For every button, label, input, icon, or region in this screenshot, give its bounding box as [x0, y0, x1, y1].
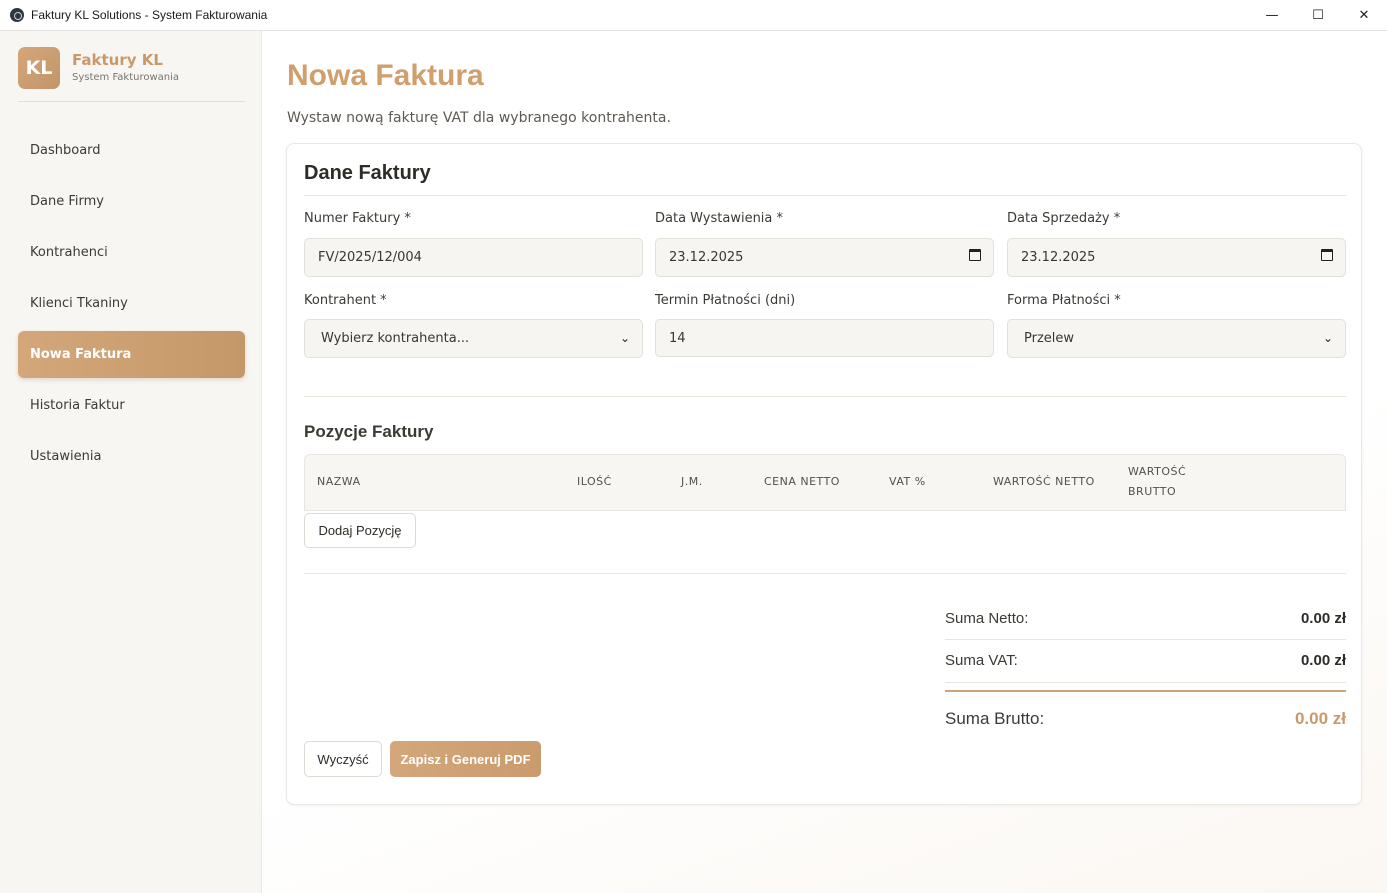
sale-date-value: 23.12.2025 — [1021, 250, 1096, 265]
sidebar-item-kontrahenci[interactable]: Kontrahenci — [18, 229, 245, 276]
divider — [304, 195, 1346, 196]
sidebar-item-dane-firmy[interactable]: Dane Firmy — [18, 178, 245, 225]
invoice-number-label: Numer Faktury * — [304, 211, 411, 226]
page-subtitle: Wystaw nową fakturę VAT dla wybranego ko… — [287, 110, 671, 126]
brand-name: Faktury KL — [72, 51, 163, 69]
col-ilosc: ILOŚĆ — [577, 475, 612, 488]
sidebar-item-ustawienia[interactable]: Ustawienia — [18, 433, 245, 480]
minimize-icon[interactable]: — — [1249, 0, 1295, 31]
sidebar-item-dashboard[interactable]: Dashboard — [18, 127, 245, 174]
invoice-number-input[interactable]: FV/2025/12/004 — [304, 238, 643, 277]
payment-method-select[interactable]: Przelew ⌄ — [1007, 319, 1346, 358]
brand-logo: KL — [18, 47, 60, 89]
chevron-down-icon: ⌄ — [619, 331, 630, 345]
card-title: Dane Faktury — [304, 162, 431, 184]
payment-method-label: Forma Płatności * — [1007, 293, 1121, 308]
contractor-select[interactable]: Wybierz kontrahenta... ⌄ — [304, 319, 643, 358]
sum-net-label: Suma Netto: — [945, 610, 1029, 627]
calendar-icon[interactable] — [1321, 249, 1333, 261]
sidebar-item-historia-faktur[interactable]: Historia Faktur — [18, 382, 245, 429]
app-icon — [10, 8, 24, 22]
sum-net-row: Suma Netto: 0.00 zł — [945, 610, 1346, 627]
payment-term-value: 14 — [669, 330, 686, 346]
contractor-value: Wybierz kontrahenta... — [321, 331, 470, 346]
sidebar-nav: Dashboard Dane Firmy Kontrahenci Klienci… — [18, 127, 245, 484]
window-title: Faktury KL Solutions - System Fakturowan… — [31, 8, 268, 22]
sum-gross-row: Suma Brutto: 0.00 zł — [945, 709, 1346, 729]
sidebar-item-klienci-tkaniny[interactable]: Klienci Tkaniny — [18, 280, 245, 327]
sum-net-value: 0.00 zł — [1300, 610, 1346, 627]
invoice-number-value: FV/2025/12/004 — [318, 250, 422, 265]
sale-date-input[interactable]: 23.12.2025 — [1007, 238, 1346, 277]
issue-date-label: Data Wystawienia * — [655, 211, 784, 226]
payment-term-input[interactable]: 14 — [655, 319, 994, 357]
sidebar-item-nowa-faktura[interactable]: Nowa Faktura — [18, 331, 245, 378]
page-title: Nowa Faktura — [287, 59, 484, 92]
save-generate-pdf-button[interactable]: Zapisz i Generuj PDF — [390, 741, 541, 777]
window-controls: — ☐ ✕ — [1249, 0, 1387, 31]
sum-vat-value: 0.00 zł — [1300, 652, 1346, 669]
window-titlebar: Faktury KL Solutions - System Fakturowan… — [0, 0, 1387, 31]
chevron-down-icon: ⌄ — [1322, 331, 1333, 345]
col-nazwa: NAZWA — [317, 475, 361, 488]
sum-vat-label: Suma VAT: — [945, 652, 1018, 669]
close-icon[interactable]: ✕ — [1341, 0, 1387, 31]
col-vat: VAT % — [889, 475, 926, 488]
sum-gross-value: 0.00 zł — [1294, 709, 1346, 728]
payment-method-value: Przelew — [1024, 331, 1075, 346]
sale-date-label: Data Sprzedaży * — [1007, 211, 1121, 226]
maximize-icon[interactable]: ☐ — [1295, 0, 1341, 31]
issue-date-input[interactable]: 23.12.2025 — [655, 238, 994, 277]
contractor-label: Kontrahent * — [304, 293, 387, 308]
col-wartosc-brutto-line1: WARTOŚĆ — [1128, 465, 1187, 478]
total-divider — [945, 690, 1346, 692]
invoice-card: Dane Faktury Numer Faktury * FV/2025/12/… — [286, 143, 1362, 805]
divider — [304, 396, 1346, 397]
divider — [945, 682, 1346, 683]
add-item-button[interactable]: Dodaj Pozycję — [304, 513, 416, 548]
main-content: Nowa Faktura Wystaw nową fakturę VAT dla… — [263, 31, 1387, 893]
issue-date-value: 23.12.2025 — [669, 250, 744, 265]
items-table-header: NAZWA ILOŚĆ J.M. CENA NETTO VAT % WARTOŚ… — [304, 454, 1346, 511]
divider — [304, 573, 1346, 574]
divider — [945, 639, 1346, 640]
calendar-icon[interactable] — [969, 249, 981, 261]
brand-subtitle: System Fakturowania — [72, 72, 180, 83]
brand: KL Faktury KL System Fakturowania — [18, 47, 245, 102]
sidebar: KL Faktury KL System Fakturowania Dashbo… — [0, 31, 262, 893]
col-wartosc-netto: WARTOŚĆ NETTO — [993, 475, 1095, 488]
clear-button[interactable]: Wyczyść — [304, 741, 382, 777]
sum-gross-label: Suma Brutto: — [945, 709, 1045, 728]
col-cena-netto: CENA NETTO — [764, 475, 840, 488]
items-title: Pozycje Faktury — [304, 422, 434, 441]
payment-term-label: Termin Płatności (dni) — [655, 293, 796, 308]
sum-vat-row: Suma VAT: 0.00 zł — [945, 652, 1346, 669]
col-jm: J.M. — [681, 475, 703, 488]
col-wartosc-brutto-line2: BRUTTO — [1128, 485, 1177, 498]
